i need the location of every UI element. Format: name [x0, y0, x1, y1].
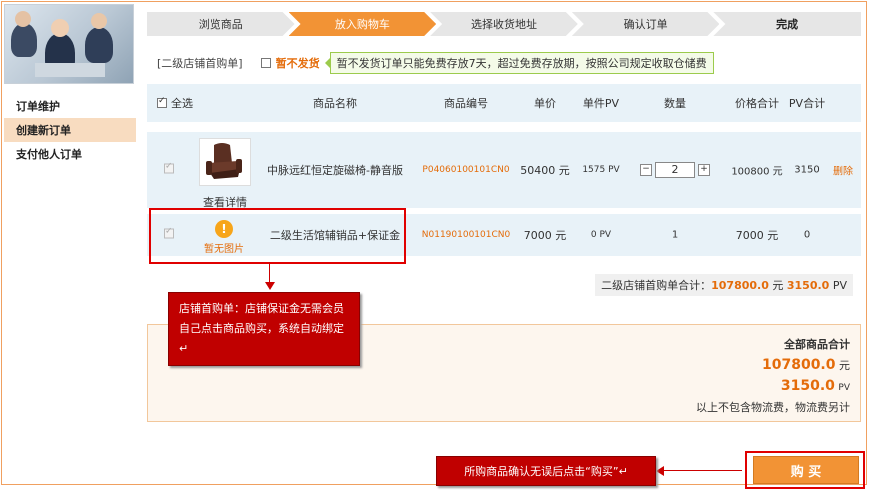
- header-pv-total: PV合计: [788, 97, 826, 110]
- product-code: P04060100101CN0: [422, 165, 510, 175]
- summary-pv-unit: PV: [838, 383, 850, 393]
- product-code: N01190100101CN0: [421, 230, 511, 240]
- main-content: 浏览商品 放入购物车 选择收货地址 确认订单 完成 [二级店铺首购单] 暂不发货…: [147, 12, 861, 422]
- step-address: 选择收货地址: [430, 12, 578, 36]
- summary-amount-unit: 元: [839, 359, 850, 372]
- summary-title: 全部商品合计: [784, 338, 850, 351]
- unit-price: 7000 元: [523, 229, 567, 242]
- no-delivery-checkbox[interactable]: [260, 58, 271, 68]
- header-total: 价格合计: [735, 97, 779, 110]
- row-pv-total: 3150: [794, 164, 820, 176]
- increase-button[interactable]: +: [698, 164, 710, 176]
- unit-pv: 1575 PV: [582, 165, 620, 175]
- decrease-button[interactable]: −: [640, 164, 652, 176]
- sidebar-item-create-order[interactable]: 创建新订单: [4, 118, 136, 142]
- sidebar-item-order-maintain[interactable]: 订单维护: [4, 94, 136, 118]
- select-all-label: 全选: [171, 97, 193, 110]
- unit-price: 50400 元: [520, 164, 570, 177]
- header-pv: 单件PV: [582, 97, 620, 110]
- buy-button[interactable]: 购 买: [753, 456, 859, 484]
- subtotal-pv: 3150.0: [786, 279, 830, 292]
- select-all: 全选: [157, 95, 193, 111]
- callout-buy-note: 所购商品确认无误后点击“购买”↵: [436, 456, 656, 486]
- arrow-down-icon: [265, 282, 275, 290]
- subtotal-unit: 元: [772, 279, 784, 292]
- step-cart: 放入购物车: [289, 12, 437, 36]
- subtotal-label: 二级店铺首购单合计：: [601, 279, 712, 292]
- header-code: 商品编号: [444, 97, 488, 110]
- left-panel: 订单维护 创建新订单 支付他人订单: [4, 4, 136, 166]
- step-done: 完成: [713, 12, 861, 36]
- quantity-value: 1: [671, 229, 679, 241]
- row-pv-total: 0: [803, 229, 811, 241]
- arrow-left-icon: [656, 466, 664, 476]
- progress-steps: 浏览商品 放入购物车 选择收货地址 确认订单 完成: [147, 12, 861, 36]
- sidebar-item-pay-others[interactable]: 支付他人订单: [4, 142, 136, 166]
- summary-note: 以上不包含物流费，物流费另计: [696, 401, 850, 414]
- quantity-stepper: − 2 +: [640, 162, 710, 178]
- table-row: 查看详情 中脉远红恒定旋磁椅-静音版 P04060100101CN0 50400…: [147, 132, 861, 209]
- row-checkbox: [164, 162, 174, 174]
- header-price: 单价: [534, 97, 556, 110]
- header-qty: 数量: [664, 97, 686, 110]
- subtotal-amount: 107800.0: [711, 279, 769, 292]
- sidebar-menu: 订单维护 创建新订单 支付他人订单: [4, 94, 136, 166]
- step-confirm: 确认订单: [572, 12, 720, 36]
- callout-shop-note: 店铺首购单：店铺保证金无需会员自己点击商品购买，系统自动绑定↵: [168, 292, 360, 366]
- quantity-input[interactable]: 2: [655, 162, 695, 178]
- step-browse: 浏览商品: [147, 12, 295, 36]
- summary-pv: 3150.0: [780, 378, 835, 394]
- product-name: 中脉远红恒定旋磁椅-静音版: [267, 164, 403, 177]
- row-total: 7000 元: [735, 229, 779, 242]
- banner-photo: [4, 4, 134, 84]
- highlight-box-shop-item: [149, 208, 406, 264]
- subtotal-pv-unit: PV: [832, 279, 847, 292]
- select-all-checkbox[interactable]: [157, 96, 167, 108]
- arrow-line: [269, 262, 270, 284]
- product-image[interactable]: [199, 138, 251, 186]
- unit-pv: 0 PV: [590, 230, 612, 240]
- delete-link[interactable]: 删除: [833, 163, 853, 178]
- header-name: 商品名称: [313, 97, 357, 110]
- no-delivery-tip: 暂不发货订单只能免费存放7天，超过免费存放期，按照公司规定收取仓储费: [324, 52, 714, 74]
- no-delivery-option: 暂不发货: [260, 55, 320, 71]
- cart-header: [二级店铺首购单] 暂不发货 暂不发货订单只能免费存放7天，超过免费存放期，按照…: [147, 50, 861, 76]
- arrow-line-buy: [662, 470, 742, 471]
- row-total: 100800 元: [731, 166, 783, 178]
- summary-amount: 107800.0: [761, 357, 836, 373]
- cart-title: [二级店铺首购单]: [157, 57, 243, 70]
- no-delivery-label: 暂不发货: [275, 57, 320, 70]
- table-header: 全选 商品名称 商品编号 单价 单件PV 数量 价格合计 PV合计: [147, 84, 861, 122]
